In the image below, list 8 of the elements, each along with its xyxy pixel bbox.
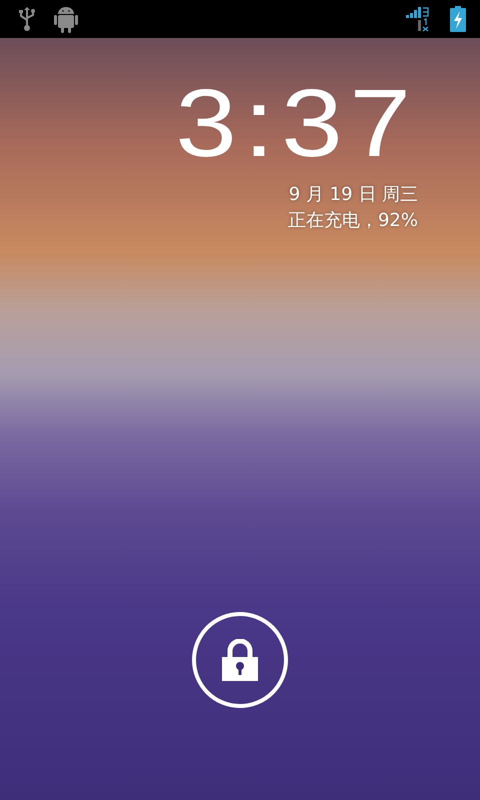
unlock-handle[interactable] — [192, 612, 288, 708]
lock-icon — [222, 639, 258, 681]
clock-time: 3:37 — [176, 76, 418, 172]
date-text: 9 月 19 日 周三 — [288, 183, 418, 207]
usb-icon — [18, 6, 36, 32]
android-icon — [54, 5, 78, 33]
battery-charging-icon — [450, 6, 466, 32]
charging-status: 正在充电，92% — [288, 209, 418, 233]
